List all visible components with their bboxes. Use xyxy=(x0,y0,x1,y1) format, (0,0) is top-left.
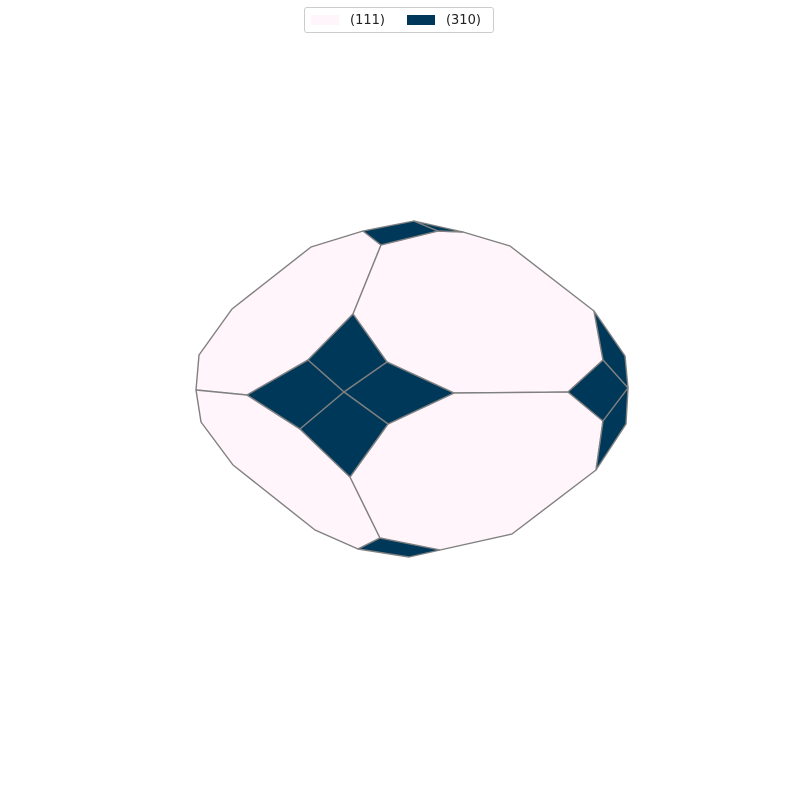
polyhedron-drawing xyxy=(195,220,629,558)
wulff-shape-figure: (111) (310) xyxy=(0,0,800,800)
